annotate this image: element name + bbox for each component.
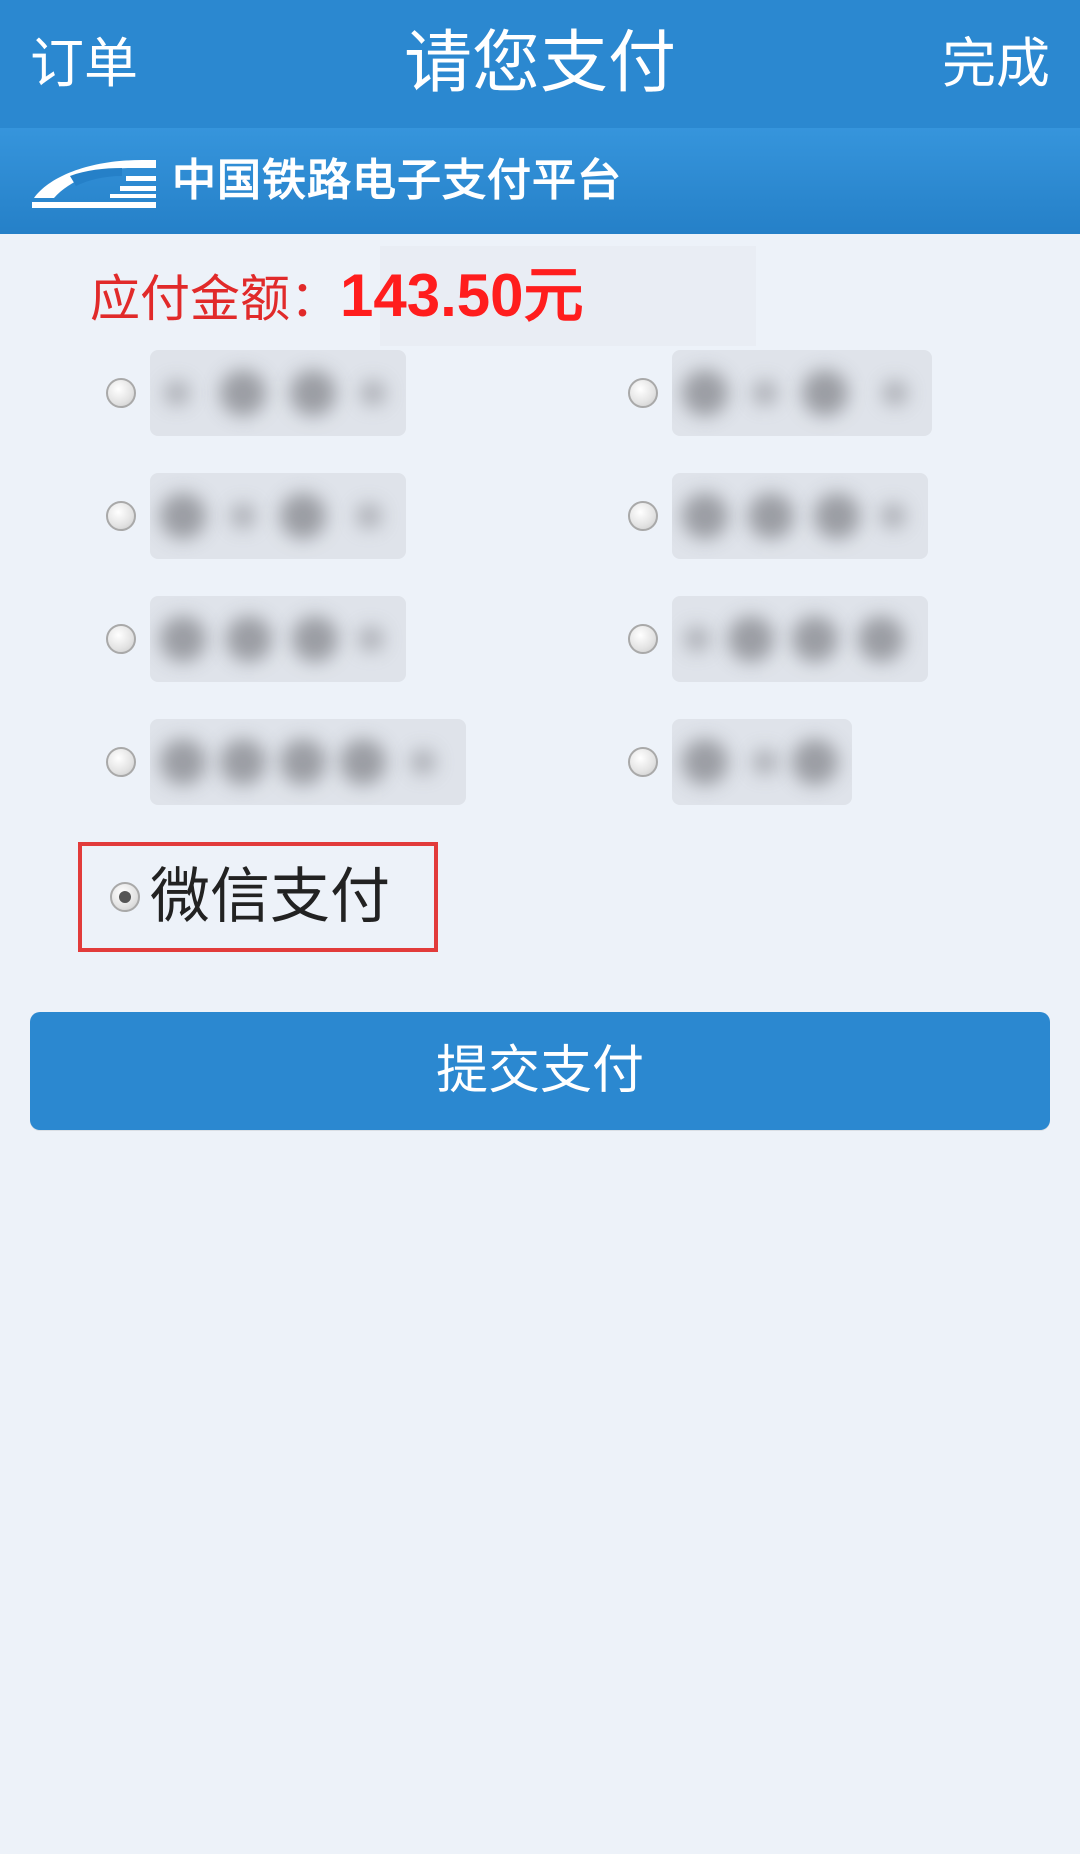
blurred-option-label [150, 596, 406, 682]
blurred-option-label [672, 719, 852, 805]
blurred-option-label [672, 473, 928, 559]
wechat-pay-label: 微信支付 [150, 862, 390, 932]
payment-option[interactable] [106, 596, 406, 682]
wechat-pay-highlight: 微信支付 [78, 842, 438, 952]
wechat-pay-radio[interactable] [110, 882, 140, 912]
blurred-option-label [672, 350, 932, 436]
blurred-option-label [672, 596, 928, 682]
done-button[interactable]: 完成 [942, 24, 1050, 104]
radio-button[interactable] [106, 624, 136, 654]
blurred-option-label [150, 350, 406, 436]
brand-name: 中国铁路电子支付平台 [172, 155, 622, 206]
payment-screen: 订单 请您支付 完成 中国铁路电子支付平台 应付金额： 143.50元 微信支付… [0, 0, 1080, 1854]
payment-option[interactable] [628, 596, 928, 682]
payment-option[interactable] [106, 719, 466, 805]
radio-button[interactable] [628, 378, 658, 408]
blurred-option-label [150, 719, 466, 805]
brand-bar: 中国铁路电子支付平台 [0, 128, 1080, 234]
payment-option[interactable] [106, 473, 406, 559]
amount-row: 应付金额： 143.50元 [90, 254, 584, 338]
radio-button[interactable] [628, 747, 658, 777]
radio-button[interactable] [628, 624, 658, 654]
wechat-pay-option[interactable]: 微信支付 [110, 846, 390, 948]
payment-option[interactable] [628, 473, 928, 559]
nav-bar: 订单 请您支付 完成 [0, 0, 1080, 128]
blurred-option-label [150, 473, 406, 559]
page-title: 请您支付 [403, 24, 676, 103]
payment-option[interactable] [628, 719, 852, 805]
radio-button[interactable] [106, 747, 136, 777]
train-icon [32, 160, 156, 208]
amount-value: 143.50元 [340, 262, 584, 329]
radio-button[interactable] [628, 501, 658, 531]
amount-label: 应付金额： [90, 270, 340, 328]
radio-button[interactable] [106, 501, 136, 531]
payment-option[interactable] [106, 350, 406, 436]
radio-button[interactable] [106, 378, 136, 408]
payment-option[interactable] [628, 350, 932, 436]
submit-payment-button[interactable]: 提交支付 [30, 1012, 1050, 1130]
